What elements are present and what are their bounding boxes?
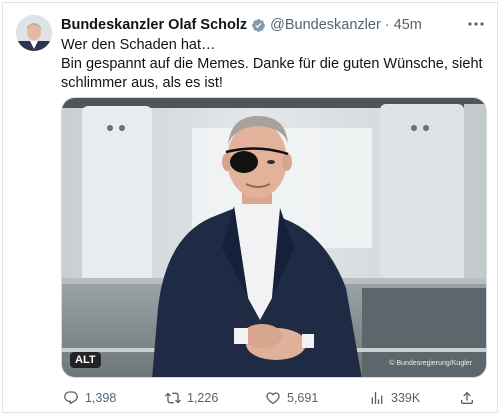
like-icon [266, 392, 280, 405]
verified-icon [251, 18, 266, 33]
retweet-button[interactable]: 1,226 [165, 390, 218, 406]
display-name[interactable]: Bundeskanzler Olaf Scholz [61, 17, 247, 33]
tweet-photo[interactable]: ALT © Bundesregierung/Kugler [61, 97, 487, 378]
retweet-count: 1,226 [187, 391, 219, 405]
share-button[interactable] [459, 390, 481, 406]
like-button[interactable]: 5,691 [265, 390, 318, 406]
tweet-card[interactable]: Bundeskanzler Olaf Scholz @Bundeskanzler… [2, 2, 498, 413]
action-bar: 1,398 1,226 5,691 339K [61, 387, 481, 409]
like-count: 5,691 [287, 391, 319, 405]
tweet-text-line: Wer den Schaden hat… [61, 37, 216, 53]
tweet-text-line: Bin gespannt auf die Memes. Danke für di… [61, 56, 483, 72]
alt-text-button[interactable]: ALT [70, 352, 101, 368]
share-icon [461, 391, 473, 404]
photo-credit: © Bundesregierung/Kugler [389, 360, 472, 367]
avatar[interactable] [16, 15, 52, 51]
reply-button[interactable]: 1,398 [63, 390, 116, 406]
reply-count: 1,398 [85, 391, 117, 405]
retweet-icon [165, 392, 181, 404]
views-icon [371, 392, 383, 404]
tweet-header: Bundeskanzler Olaf Scholz @Bundeskanzler… [61, 15, 467, 35]
more-icon[interactable] [467, 17, 485, 31]
tweet-text-line: schlimmer aus, als es ist! [61, 75, 223, 91]
reply-icon [64, 391, 78, 405]
views-count: 339K [391, 391, 421, 405]
separator: · [384, 17, 390, 33]
handle[interactable]: @Bundeskanzler [270, 17, 381, 33]
tweet-text: Wer den Schaden hat… Bin gespannt auf di… [61, 36, 483, 93]
timestamp[interactable]: 45m [394, 17, 422, 33]
views-button[interactable]: 339K [369, 390, 420, 406]
photo-image [62, 98, 486, 377]
